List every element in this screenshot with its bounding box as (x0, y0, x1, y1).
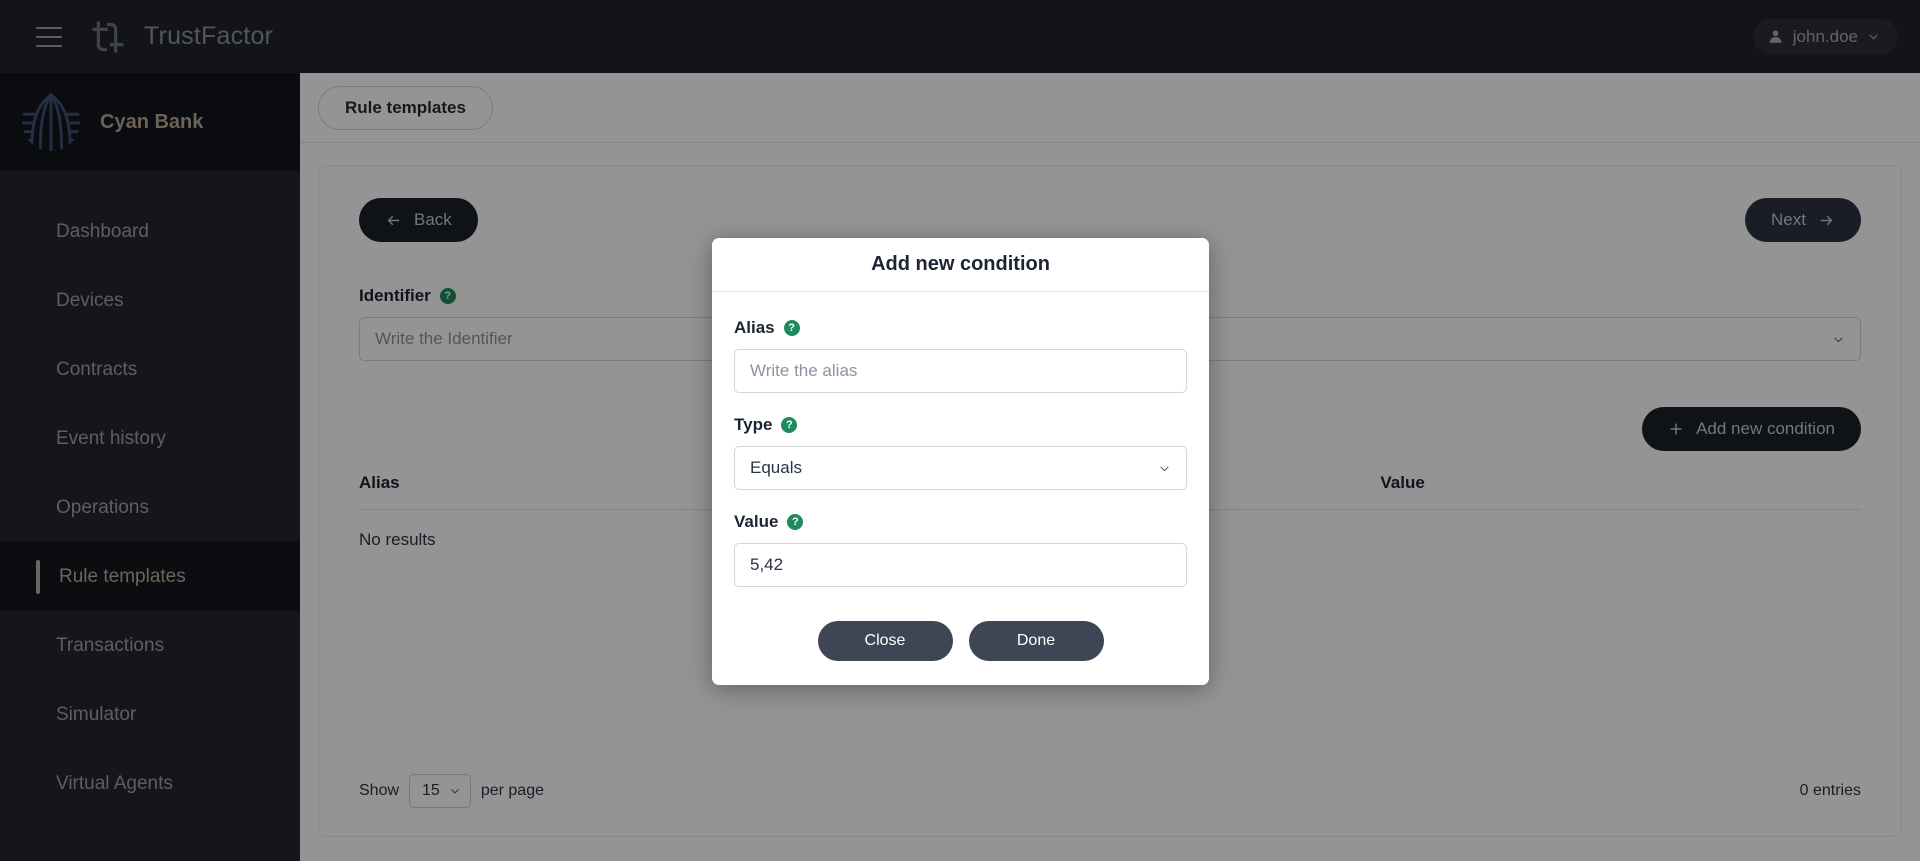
value-input-text: 5,42 (750, 555, 784, 574)
type-selected-value: Equals (750, 458, 802, 477)
type-label-row: Type ? (734, 415, 1187, 435)
modal-footer: Close Done (712, 607, 1209, 685)
type-select[interactable]: Equals (734, 446, 1187, 490)
alias-label: Alias (734, 318, 775, 337)
alias-placeholder: Write the alias (750, 361, 858, 380)
done-button[interactable]: Done (968, 621, 1104, 661)
help-circle-icon[interactable]: ? (783, 320, 800, 336)
value-label-row: Value ? (734, 512, 1187, 532)
help-circle-icon[interactable]: ? (787, 514, 804, 530)
modal-title: Add new condition (712, 238, 1209, 292)
type-label: Type (734, 415, 773, 434)
alias-input[interactable]: Write the alias (734, 349, 1187, 393)
add-condition-modal: Add new condition Alias ? Write the alia… (712, 238, 1209, 685)
chevron-down-icon (1160, 465, 1169, 471)
app-root: TrustFactor john.doe Cyan Bank Dashboard… (0, 0, 1920, 861)
help-circle-icon[interactable]: ? (781, 417, 798, 433)
close-button[interactable]: Close (817, 621, 953, 661)
value-input[interactable]: 5,42 (734, 543, 1187, 587)
modal-body: Alias ? Write the alias Type ? Equals Va… (712, 292, 1209, 607)
alias-label-row: Alias ? (734, 318, 1187, 338)
value-label: Value (734, 512, 779, 531)
